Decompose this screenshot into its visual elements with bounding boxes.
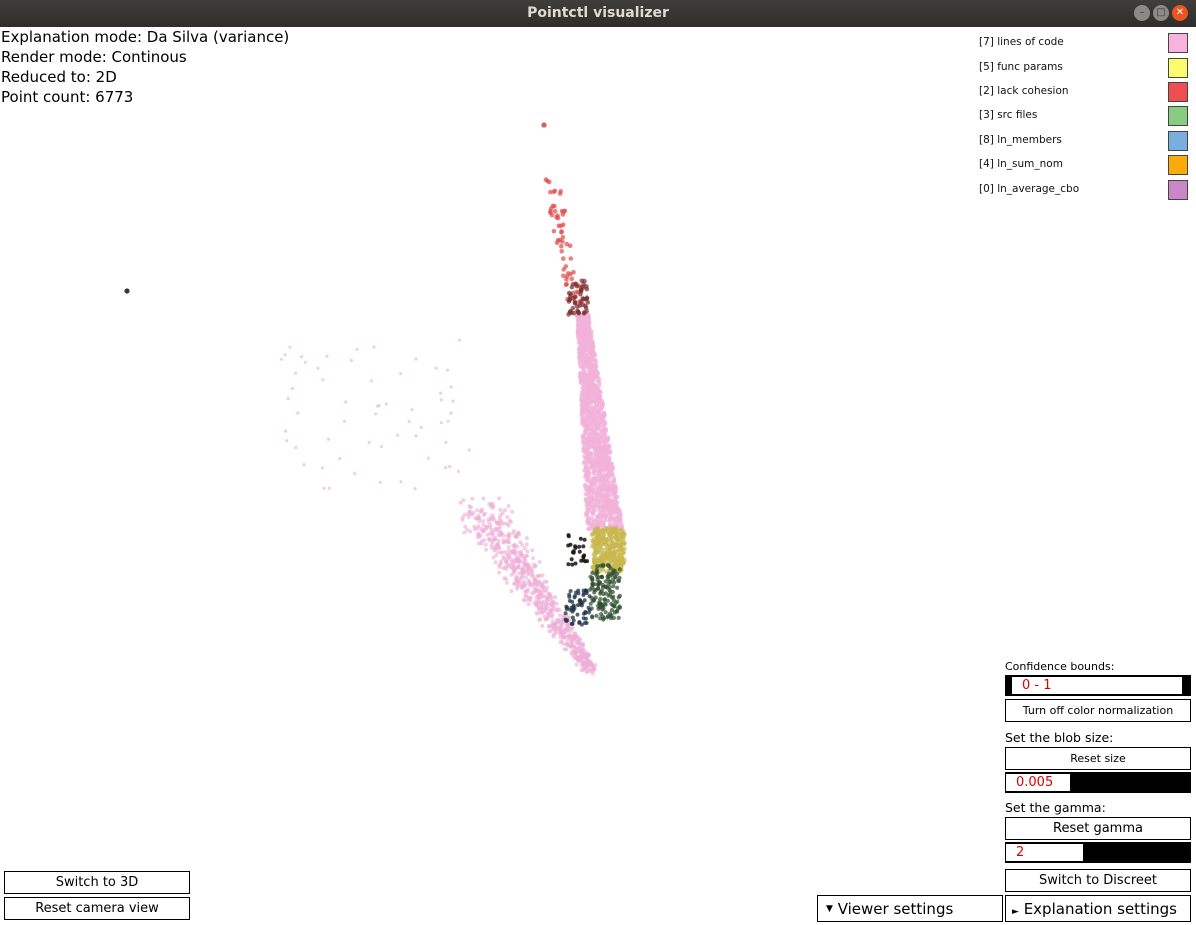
legend-label: [2] lack cohesion: [979, 85, 1069, 97]
legend-item: [3] src files: [979, 106, 1191, 128]
legend-item: [2] lack cohesion: [979, 82, 1191, 104]
legend-label: [0] ln_average_cbo: [979, 183, 1080, 195]
legend-swatch: [1168, 106, 1188, 126]
viewer-settings-tab[interactable]: ▼ Viewer settings: [817, 895, 1003, 922]
viewer-settings-label: Viewer settings: [837, 900, 954, 918]
legend-item: [7] lines of code: [979, 33, 1191, 55]
window-titlebar: Pointctl visualizer – □ ✕: [0, 0, 1196, 27]
reset-size-button[interactable]: Reset size: [1005, 747, 1191, 770]
confidence-bounds-value: 0 - 1: [1012, 677, 1182, 694]
explanation-settings-label: Explanation settings: [1023, 900, 1177, 918]
render-mode-text: Render mode: Continous: [1, 48, 187, 66]
point-cloud: [124, 122, 627, 676]
window-title: Pointctl visualizer: [527, 5, 669, 21]
minimize-icon[interactable]: –: [1134, 5, 1150, 21]
caret-down-icon: ▼: [826, 904, 833, 914]
point-count-text: Point count: 6773: [1, 88, 134, 106]
legend-swatch: [1168, 180, 1188, 200]
blob-size-slider[interactable]: 0.005: [1005, 772, 1191, 793]
toggle-color-normalization-button[interactable]: Turn off color normalization: [1005, 699, 1191, 722]
explanation-mode-text: Explanation mode: Da Silva (variance): [1, 28, 290, 46]
legend-item: [5] func params: [979, 58, 1191, 80]
legend-label: [4] ln_sum_nom: [979, 158, 1063, 170]
explanation-settings-tab[interactable]: ► Explanation settings: [1005, 895, 1191, 922]
legend-swatch: [1168, 82, 1188, 102]
caret-right-icon: ►: [1012, 907, 1019, 917]
legend-swatch: [1168, 131, 1188, 151]
blob-size-value: 0.005: [1006, 774, 1071, 791]
reset-gamma-button[interactable]: Reset gamma: [1005, 817, 1191, 840]
close-icon[interactable]: ✕: [1172, 5, 1188, 21]
legend-item: [0] ln_average_cbo: [979, 180, 1191, 202]
legend-label: [8] ln_members: [979, 134, 1062, 146]
gamma-value: 2: [1006, 844, 1084, 861]
reset-camera-view-button[interactable]: Reset camera view: [4, 897, 190, 920]
blob-size-label: Set the blob size:: [1005, 730, 1114, 745]
maximize-icon[interactable]: □: [1153, 5, 1169, 21]
gamma-slider[interactable]: 2: [1005, 842, 1191, 863]
switch-to-3d-button[interactable]: Switch to 3D: [4, 871, 190, 894]
switch-to-discreet-button[interactable]: Switch to Discreet: [1005, 869, 1191, 892]
legend-swatch: [1168, 33, 1188, 53]
legend-item: [4] ln_sum_nom: [979, 155, 1191, 177]
confidence-bounds-slider[interactable]: 0 - 1: [1005, 675, 1191, 696]
confidence-bounds-label: Confidence bounds:: [1005, 660, 1115, 673]
legend-item: [8] ln_members: [979, 131, 1191, 153]
reduced-to-text: Reduced to: 2D: [1, 68, 117, 86]
legend-swatch: [1168, 58, 1188, 78]
gamma-label: Set the gamma:: [1005, 800, 1106, 815]
legend-label: [3] src files: [979, 109, 1038, 121]
legend-label: [7] lines of code: [979, 36, 1064, 48]
legend-swatch: [1168, 155, 1188, 175]
legend-label: [5] func params: [979, 61, 1063, 73]
